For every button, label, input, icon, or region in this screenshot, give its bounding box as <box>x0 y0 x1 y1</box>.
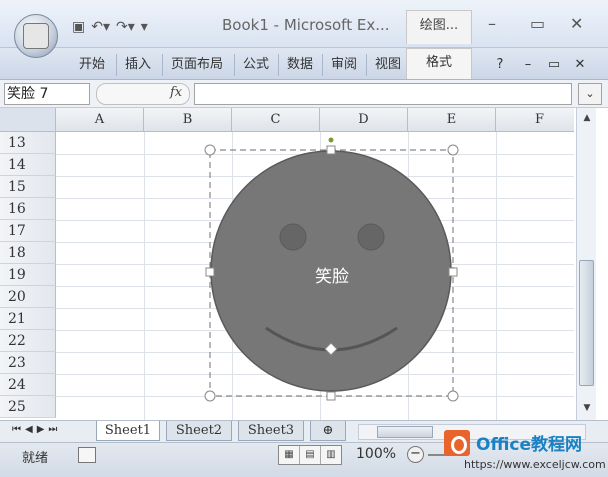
insert-function-icon[interactable]: fx <box>170 85 182 100</box>
hscroll-thumb[interactable] <box>377 426 433 438</box>
tab-review[interactable]: 审阅 <box>326 54 362 76</box>
office-button[interactable] <box>14 14 58 58</box>
column-header-f[interactable]: F <box>496 108 574 132</box>
scroll-thumb[interactable] <box>579 260 594 386</box>
watermark-logo-icon <box>444 430 470 456</box>
gridline <box>320 132 321 420</box>
close-icon[interactable]: ✕ <box>570 14 583 33</box>
redo-icon[interactable]: ↷▾ <box>116 19 135 35</box>
row-header[interactable]: 21 <box>0 308 56 330</box>
row-header[interactable]: 19 <box>0 264 56 286</box>
row-header[interactable]: 18 <box>0 242 56 264</box>
row-header[interactable]: 23 <box>0 352 56 374</box>
undo-icon[interactable]: ↶▾ <box>91 19 110 35</box>
tab-page-layout[interactable]: 页面布局 <box>164 54 230 76</box>
sheet-tab-sheet3[interactable]: Sheet3 <box>238 421 304 441</box>
page-layout-view-icon[interactable]: ▤ <box>300 446 321 464</box>
office-logo-icon <box>23 23 49 49</box>
quick-access-toolbar: ▣ ↶▾ ↷▾ ▾ <box>72 16 148 38</box>
scroll-down-icon[interactable]: ▼ <box>577 400 597 416</box>
column-header-a[interactable]: A <box>56 108 144 132</box>
worksheet-grid[interactable]: A B C D E F 13 14 15 16 17 18 19 20 21 2… <box>0 108 574 420</box>
gridline <box>408 132 409 420</box>
formula-input[interactable] <box>194 83 572 105</box>
window-title: Book1 - Microsoft Ex... <box>222 16 390 34</box>
vertical-scrollbar[interactable]: ▲ ▼ <box>576 108 596 420</box>
divider <box>162 54 163 76</box>
tab-format[interactable]: 格式 <box>406 48 472 79</box>
page-break-view-icon[interactable]: ▥ <box>321 446 341 464</box>
divider <box>234 54 235 76</box>
zoom-level[interactable]: 100% <box>356 446 396 462</box>
sheet-tab-sheet2[interactable]: Sheet2 <box>166 421 232 441</box>
tab-data[interactable]: 数据 <box>282 54 318 76</box>
select-all-corner[interactable] <box>0 108 56 132</box>
contextual-tab-drawing[interactable]: 绘图... <box>406 10 472 44</box>
column-header-c[interactable]: C <box>232 108 320 132</box>
row-header[interactable]: 17 <box>0 220 56 242</box>
status-ready: 就绪 <box>22 451 49 466</box>
tab-insert[interactable]: 插入 <box>120 54 156 76</box>
name-box[interactable]: 笑脸 7 <box>4 83 90 105</box>
insert-sheet-icon[interactable]: ⊕ <box>310 421 346 441</box>
row-header[interactable]: 13 <box>0 132 56 154</box>
row-header[interactable]: 16 <box>0 198 56 220</box>
row-header[interactable]: 15 <box>0 176 56 198</box>
column-header-e[interactable]: E <box>408 108 496 132</box>
divider <box>278 54 279 76</box>
tab-home[interactable]: 开始 <box>74 54 110 76</box>
ribbon-tab-row: 开始 插入 页面布局 公式 数据 审阅 视图 格式 ? – ▭ ✕ <box>0 48 608 80</box>
ribbon-close-icon[interactable]: ✕ <box>570 54 590 76</box>
zoom-out-icon[interactable]: − <box>407 446 424 463</box>
normal-view-icon[interactable]: ▦ <box>279 446 300 464</box>
row-header[interactable]: 14 <box>0 154 56 176</box>
watermark: Office教程网 https://www.exceljcw.com <box>440 426 606 474</box>
column-header-b[interactable]: B <box>144 108 232 132</box>
ribbon-restore-icon[interactable]: ▭ <box>544 54 564 76</box>
row-header[interactable]: 22 <box>0 330 56 352</box>
customize-qat-icon[interactable]: ▾ <box>141 19 148 35</box>
row-header[interactable]: 25 <box>0 396 56 418</box>
save-icon[interactable]: ▣ <box>72 19 85 35</box>
tab-formulas[interactable]: 公式 <box>238 54 274 76</box>
gridline <box>496 132 497 420</box>
column-header-d[interactable]: D <box>320 108 408 132</box>
row-header[interactable]: 24 <box>0 374 56 396</box>
minimize-icon[interactable]: – <box>488 14 496 33</box>
help-icon[interactable]: ? <box>490 54 510 76</box>
tab-view[interactable]: 视图 <box>370 54 406 76</box>
formula-bar: 笑脸 7 fx ⌄ <box>0 80 608 108</box>
gridline <box>232 132 233 420</box>
maximize-icon[interactable]: ▭ <box>530 14 545 33</box>
expand-formula-bar-icon[interactable]: ⌄ <box>578 83 602 105</box>
row-header[interactable]: 20 <box>0 286 56 308</box>
watermark-url: https://www.exceljcw.com <box>464 458 606 471</box>
title-bar: ▣ ↶▾ ↷▾ ▾ Book1 - Microsoft Ex... 绘图... … <box>0 0 608 48</box>
macro-record-icon[interactable] <box>78 447 96 463</box>
sheet-tab-sheet1[interactable]: Sheet1 <box>96 421 160 441</box>
sheet-nav-icons[interactable]: ⏮◀▶⏭ <box>12 424 61 435</box>
divider <box>366 54 367 76</box>
watermark-title: Office教程网 <box>476 435 583 455</box>
scroll-up-icon[interactable]: ▲ <box>577 110 597 126</box>
view-buttons: ▦ ▤ ▥ <box>278 445 342 465</box>
ribbon-minimize-icon[interactable]: – <box>518 54 538 76</box>
divider <box>322 54 323 76</box>
gridline <box>144 132 145 420</box>
divider <box>116 54 117 76</box>
